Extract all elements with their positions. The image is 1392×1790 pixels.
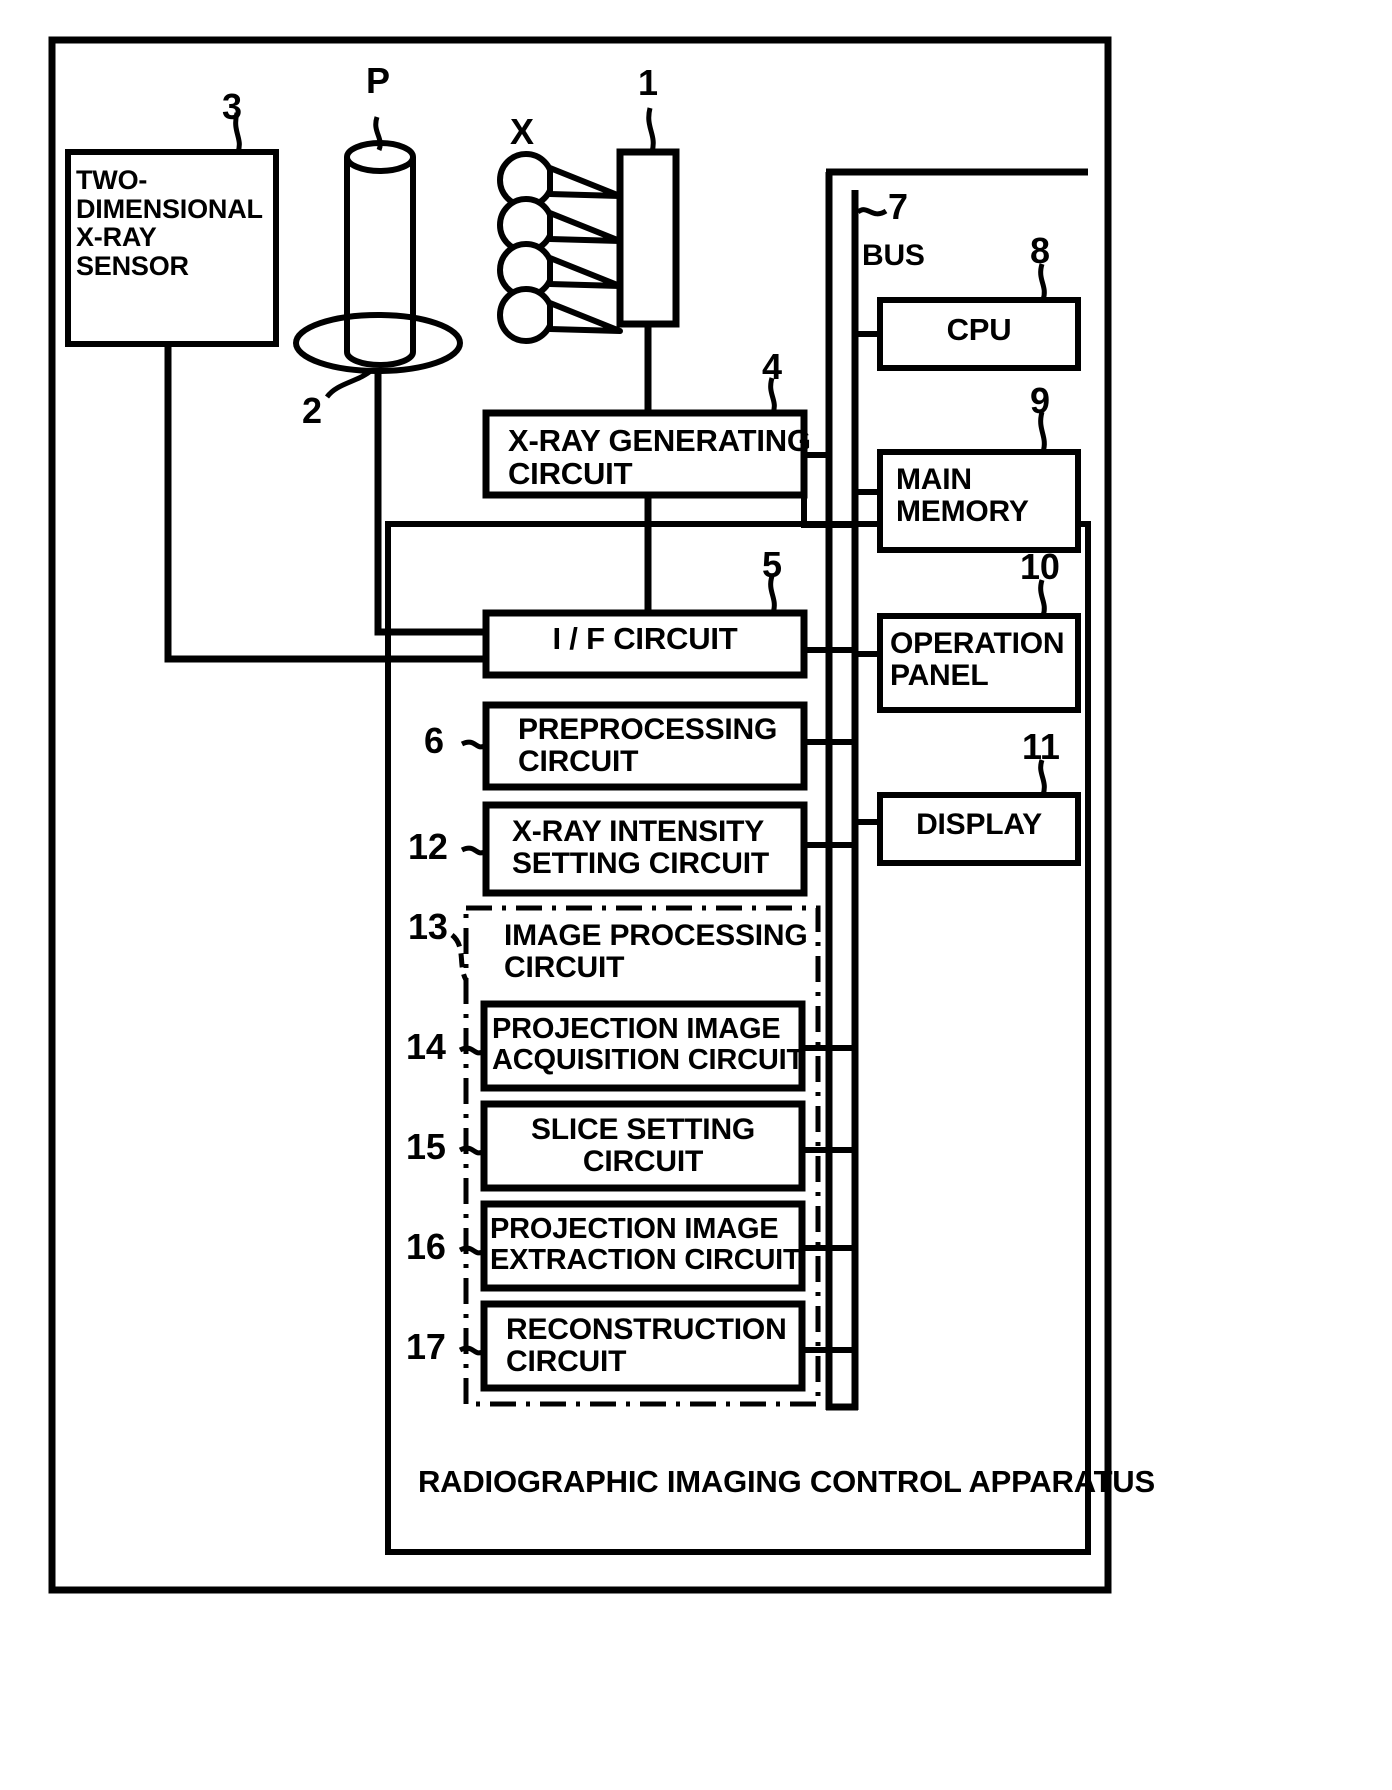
ref-num-17: 17 bbox=[406, 1326, 446, 1367]
ref-num-15: 15 bbox=[406, 1126, 446, 1167]
reconstruction-label: RECONSTRUCTION CIRCUIT bbox=[506, 1313, 787, 1378]
ref-num-2: 2 bbox=[302, 390, 322, 431]
xray-generating-label: X-RAY GENERATING CIRCUIT bbox=[508, 423, 811, 491]
xray-tube-box bbox=[616, 148, 680, 328]
ref-num-4: 4 bbox=[762, 346, 782, 387]
ref-num-9: 9 bbox=[1030, 380, 1050, 421]
xray-beam-cone-3 bbox=[547, 255, 623, 289]
projection-extraction-label: PROJECTION IMAGE EXTRACTION CIRCUIT bbox=[490, 1213, 801, 1276]
bus-label: BUS bbox=[862, 239, 925, 272]
if-circuit-label: I / F CIRCUIT bbox=[552, 621, 738, 656]
xray-beam-cone-2 bbox=[547, 210, 623, 244]
preprocessing-label: PREPROCESSING CIRCUIT bbox=[518, 713, 778, 778]
xray-beam-cone-4 bbox=[547, 300, 623, 334]
leader-12 bbox=[460, 845, 488, 856]
ref-num-X: X bbox=[510, 111, 534, 152]
leader-7 bbox=[856, 207, 888, 217]
apparatus-caption: RADIOGRAPHIC IMAGING CONTROL APPARATUS bbox=[418, 1464, 1155, 1499]
ref-num-14: 14 bbox=[406, 1026, 446, 1067]
ref-num-3: 3 bbox=[222, 86, 242, 127]
projection-acquisition-label: PROJECTION IMAGE ACQUISITION CIRCUIT bbox=[492, 1013, 804, 1076]
wire-sensor-to-if bbox=[164, 344, 486, 663]
image-processing-label: IMAGE PROCESSING CIRCUIT bbox=[504, 919, 808, 984]
sensor-label: TWO- DIMENSIONAL X-RAY SENSOR bbox=[76, 165, 263, 281]
ref-num-5: 5 bbox=[762, 544, 782, 585]
leader-6 bbox=[460, 739, 488, 750]
ref-num-1: 1 bbox=[638, 62, 658, 103]
ref-num-P: P bbox=[366, 60, 390, 101]
operation-panel-label: OPERATION PANEL bbox=[890, 627, 1065, 692]
ref-num-13: 13 bbox=[408, 906, 448, 947]
subject-cylinder bbox=[344, 157, 416, 368]
ref-num-8: 8 bbox=[1030, 230, 1050, 271]
wire-turntable-to-if bbox=[374, 371, 486, 636]
leader-1 bbox=[646, 107, 656, 153]
ref-num-16: 16 bbox=[406, 1226, 446, 1267]
figure-canvas: 3 P X 1 2 4 5 6 7 8 9 10 11 12 13 14 15 … bbox=[0, 0, 1392, 1790]
main-memory-label: MAIN MEMORY bbox=[896, 463, 1029, 528]
display-label: DISPLAY bbox=[916, 808, 1042, 841]
ref-num-7: 7 bbox=[888, 186, 908, 227]
slice-setting-label: SLICE SETTING CIRCUIT bbox=[530, 1113, 756, 1178]
ref-num-12: 12 bbox=[408, 826, 448, 867]
ref-num-11: 11 bbox=[1022, 726, 1060, 767]
cpu-label: CPU bbox=[946, 312, 1012, 347]
xray-beam-circle-4 bbox=[497, 286, 555, 344]
xray-beam-cone-1 bbox=[547, 165, 623, 199]
xray-intensity-label: X-RAY INTENSITY SETTING CIRCUIT bbox=[512, 815, 769, 880]
ref-num-6: 6 bbox=[424, 720, 444, 761]
ref-num-10: 10 bbox=[1020, 546, 1060, 587]
leader-2 bbox=[324, 368, 374, 399]
